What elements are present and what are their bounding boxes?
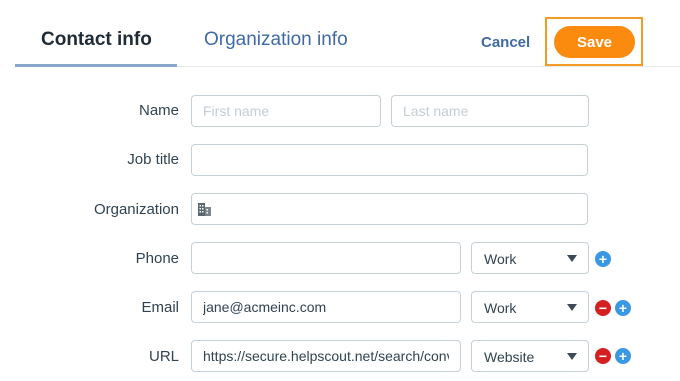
- header: Contact info Organization info Cancel Sa…: [0, 0, 680, 68]
- tab-contact-info[interactable]: Contact info: [41, 29, 152, 51]
- organization-input[interactable]: [191, 193, 588, 225]
- url-input[interactable]: [191, 340, 461, 372]
- add-url-icon[interactable]: +: [615, 348, 631, 364]
- add-email-icon[interactable]: +: [615, 300, 631, 316]
- job-title-label: Job title: [127, 151, 179, 168]
- phone-type-value: Work: [484, 251, 517, 267]
- building-icon: [198, 203, 211, 216]
- add-phone-icon[interactable]: +: [595, 251, 611, 267]
- remove-email-icon[interactable]: −: [595, 300, 611, 316]
- caret-down-icon: [567, 255, 577, 262]
- save-button[interactable]: Save: [554, 26, 635, 58]
- job-title-input[interactable]: [191, 144, 588, 176]
- remove-url-icon[interactable]: −: [595, 348, 611, 364]
- tab-organization-info[interactable]: Organization info: [204, 29, 348, 51]
- url-type-select[interactable]: Website: [471, 340, 589, 372]
- url-label: URL: [148, 348, 179, 365]
- email-type-value: Work: [484, 300, 517, 316]
- last-name-input[interactable]: [391, 95, 589, 127]
- cancel-button[interactable]: Cancel: [481, 34, 530, 51]
- email-input[interactable]: [191, 291, 461, 323]
- url-type-value: Website: [484, 349, 535, 365]
- caret-down-icon: [567, 304, 577, 311]
- phone-type-select[interactable]: Work: [471, 242, 589, 274]
- email-label: Email: [141, 299, 179, 316]
- phone-label: Phone: [135, 250, 179, 267]
- name-label: Name: [138, 102, 179, 119]
- phone-input[interactable]: [191, 242, 461, 274]
- email-type-select[interactable]: Work: [471, 291, 589, 323]
- active-tab-indicator: [15, 64, 177, 67]
- organization-label: Organization: [93, 201, 179, 218]
- first-name-input[interactable]: [191, 95, 381, 127]
- caret-down-icon: [567, 353, 577, 360]
